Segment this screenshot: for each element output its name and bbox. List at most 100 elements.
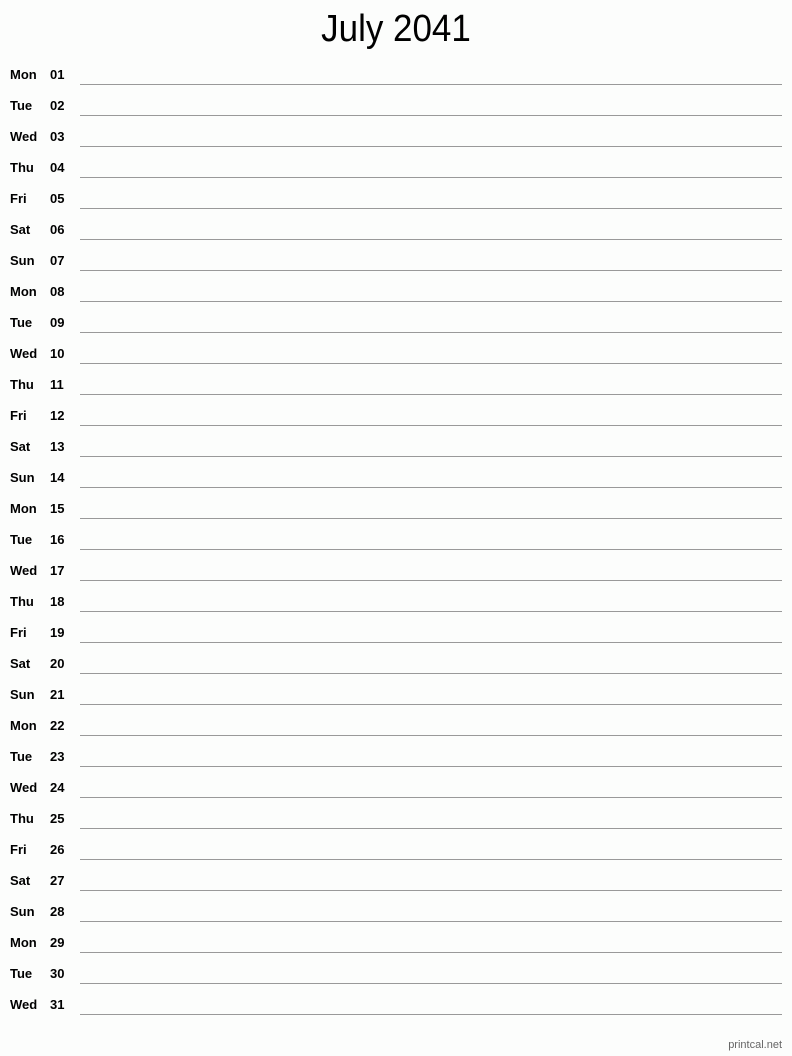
- day-number: 05: [50, 191, 65, 206]
- writing-line: [80, 673, 782, 674]
- writing-line: [80, 301, 782, 302]
- day-of-week: Tue: [10, 966, 33, 981]
- day-of-week: Mon: [10, 501, 37, 516]
- day-number: 30: [50, 966, 65, 981]
- day-of-week: Wed: [10, 129, 38, 144]
- day-number: 06: [50, 222, 65, 237]
- writing-line: [80, 642, 782, 643]
- day-row: Mon 08: [0, 272, 792, 303]
- writing-line: [80, 611, 782, 612]
- day-number: 09: [50, 315, 65, 330]
- day-number: 13: [50, 439, 65, 454]
- writing-line: [80, 425, 782, 426]
- day-of-week: Fri: [10, 842, 27, 857]
- day-number: 22: [50, 718, 65, 733]
- writing-line: [80, 363, 782, 364]
- day-number: 23: [50, 749, 65, 764]
- day-number: 08: [50, 284, 65, 299]
- writing-line: [80, 1014, 782, 1015]
- day-of-week: Wed: [10, 346, 38, 361]
- writing-line: [80, 580, 782, 581]
- day-of-week: Thu: [10, 377, 34, 392]
- day-of-week: Thu: [10, 160, 34, 175]
- writing-line: [80, 890, 782, 891]
- day-row: Fri 19: [0, 613, 792, 644]
- day-of-week: Sun: [10, 687, 35, 702]
- writing-line: [80, 704, 782, 705]
- day-of-week: Sun: [10, 470, 35, 485]
- day-number: 07: [50, 253, 65, 268]
- day-number: 27: [50, 873, 65, 888]
- day-row: Thu 11: [0, 365, 792, 396]
- day-of-week: Mon: [10, 935, 37, 950]
- day-of-week: Mon: [10, 718, 37, 733]
- day-row: Wed 17: [0, 551, 792, 582]
- day-of-week: Sat: [10, 222, 31, 237]
- day-row: Mon 22: [0, 706, 792, 737]
- day-of-week: Thu: [10, 811, 34, 826]
- day-of-week: Thu: [10, 594, 34, 609]
- day-of-week: Tue: [10, 98, 33, 113]
- day-number: 15: [50, 501, 65, 516]
- day-of-week: Sat: [10, 656, 31, 671]
- day-of-week: Sat: [10, 439, 31, 454]
- day-row: Thu 25: [0, 799, 792, 830]
- day-of-week: Mon: [10, 67, 37, 82]
- day-of-week: Fri: [10, 408, 27, 423]
- writing-line: [80, 952, 782, 953]
- writing-line: [80, 518, 782, 519]
- day-row: Mon 01: [0, 55, 792, 86]
- day-number: 29: [50, 935, 65, 950]
- day-row: Tue 09: [0, 303, 792, 334]
- day-number: 17: [50, 563, 65, 578]
- day-row: Sat 13: [0, 427, 792, 458]
- day-number: 16: [50, 532, 65, 547]
- day-number: 02: [50, 98, 65, 113]
- day-row: Sun 28: [0, 892, 792, 923]
- day-of-week: Fri: [10, 625, 27, 640]
- day-number: 25: [50, 811, 65, 826]
- day-row: Fri 26: [0, 830, 792, 861]
- day-row: Mon 15: [0, 489, 792, 520]
- day-row: Mon 29: [0, 923, 792, 954]
- day-number: 10: [50, 346, 65, 361]
- day-number: 26: [50, 842, 65, 857]
- day-of-week: Tue: [10, 315, 33, 330]
- day-row: Sat 06: [0, 210, 792, 241]
- day-row: Fri 12: [0, 396, 792, 427]
- day-of-week: Wed: [10, 563, 38, 578]
- day-number: 03: [50, 129, 65, 144]
- day-of-week: Tue: [10, 532, 33, 547]
- page-title: July 2041: [321, 8, 471, 50]
- day-row: Thu 18: [0, 582, 792, 613]
- day-row: Sat 20: [0, 644, 792, 675]
- writing-line: [80, 84, 782, 85]
- day-number: 19: [50, 625, 65, 640]
- day-row: Sat 27: [0, 861, 792, 892]
- writing-line: [80, 921, 782, 922]
- writing-line: [80, 797, 782, 798]
- writing-line: [80, 859, 782, 860]
- day-of-week: Sun: [10, 904, 35, 919]
- day-of-week: Fri: [10, 191, 27, 206]
- writing-line: [80, 208, 782, 209]
- writing-line: [80, 983, 782, 984]
- day-row: Wed 03: [0, 117, 792, 148]
- writing-line: [80, 549, 782, 550]
- day-number: 31: [50, 997, 65, 1012]
- writing-line: [80, 270, 782, 271]
- writing-line: [80, 456, 782, 457]
- writing-line: [80, 239, 782, 240]
- writing-line: [80, 177, 782, 178]
- day-row: Tue 02: [0, 86, 792, 117]
- day-row: Sun 07: [0, 241, 792, 272]
- day-of-week: Wed: [10, 780, 38, 795]
- writing-line: [80, 828, 782, 829]
- writing-line: [80, 735, 782, 736]
- day-number: 12: [50, 408, 65, 423]
- day-number: 11: [50, 377, 64, 392]
- day-row: Sun 14: [0, 458, 792, 489]
- day-number: 21: [50, 687, 65, 702]
- day-of-week: Wed: [10, 997, 38, 1012]
- day-row: Fri 05: [0, 179, 792, 210]
